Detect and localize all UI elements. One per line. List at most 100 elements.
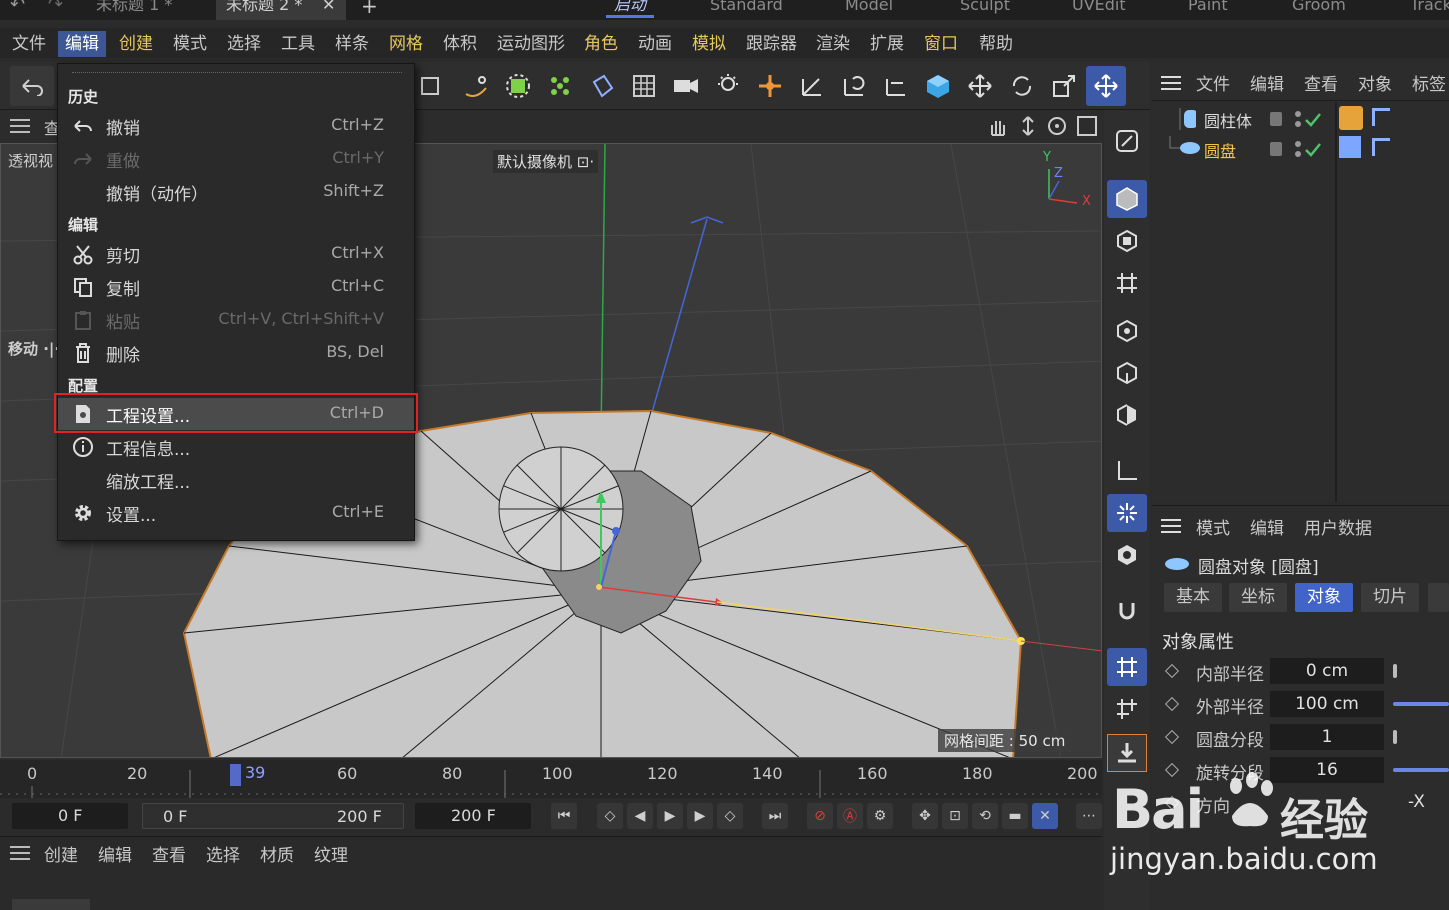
add-tab-icon[interactable]: + (361, 0, 378, 18)
points-mode-icon[interactable] (1107, 312, 1147, 350)
tab-basic[interactable]: 基本 (1164, 583, 1222, 612)
workplane-icon[interactable] (1107, 264, 1147, 302)
workspace-tab-uvedit[interactable]: UVEdit (1072, 0, 1126, 16)
play-icon[interactable]: ▶ (657, 803, 683, 829)
tab-overflow[interactable] (1428, 583, 1449, 612)
disc-segments-slider[interactable] (1393, 730, 1397, 744)
edges-mode-icon[interactable] (1107, 354, 1147, 392)
next-key-icon[interactable]: ◇ (717, 803, 743, 829)
om-menu-edit[interactable]: 编辑 (1250, 70, 1284, 95)
outer-radius-field[interactable]: 100 cm (1270, 691, 1384, 717)
material-menu-edit[interactable]: 编辑 (98, 841, 132, 866)
disc-segments-field[interactable]: 1 (1270, 724, 1384, 750)
menu-select[interactable]: 选择 (223, 31, 265, 57)
list-view-icons[interactable] (12, 899, 90, 910)
material-menu-select[interactable]: 选择 (206, 841, 240, 866)
key-parameter-icon[interactable]: ▬ (1002, 803, 1028, 829)
menu-item-delete[interactable]: 删除 BS, Del (58, 337, 414, 369)
key-scale-icon[interactable]: ⊡ (942, 803, 968, 829)
go-to-end-icon[interactable]: ⏭ (762, 803, 788, 829)
maximize-view-icon[interactable] (1076, 115, 1098, 141)
phong-tag-icon[interactable] (1339, 136, 1361, 158)
menu-item-project-info[interactable]: 工程信息... (58, 431, 414, 463)
solo-mode-icon[interactable] (1107, 536, 1147, 574)
transform-snap-icon[interactable] (750, 66, 790, 106)
menu-edit[interactable]: 编辑 (58, 31, 106, 57)
move-icon[interactable] (960, 66, 1000, 106)
workspace-tab-groom[interactable]: Groom (1292, 0, 1346, 16)
menu-item-scale-project[interactable]: 缩放工程... (58, 464, 414, 496)
redo-icon[interactable]: ↷ (48, 0, 63, 15)
viewport-view-label[interactable]: 透视视 (8, 150, 53, 171)
menu-animation[interactable]: 动画 (634, 31, 676, 57)
camera-icon[interactable] (666, 66, 706, 106)
hamburger-icon[interactable] (1161, 75, 1181, 95)
pan-hand-icon[interactable] (986, 115, 1008, 141)
am-menu-edit[interactable]: 编辑 (1250, 514, 1284, 539)
workspace-tab-track[interactable]: Track (1410, 0, 1449, 16)
menu-item-undo-action[interactable]: 撤销（动作） Shift+Z (58, 176, 414, 208)
camera-label[interactable]: 默认摄像机 ⊡· (493, 150, 599, 173)
timeline-playhead[interactable] (230, 764, 241, 786)
menu-window[interactable]: 窗口 (920, 31, 962, 57)
menu-simulate[interactable]: 模拟 (688, 31, 730, 57)
auto-key-icon[interactable]: Ⓐ (837, 803, 863, 829)
menu-extensions[interactable]: 扩展 (866, 31, 908, 57)
menu-help[interactable]: 帮助 (975, 31, 1017, 57)
cube-icon[interactable] (918, 66, 958, 106)
keyframe-settings-icon[interactable]: ⚙ (867, 803, 893, 829)
om-menu-view[interactable]: 查看 (1304, 70, 1338, 95)
inner-radius-field[interactable]: 0 cm (1270, 658, 1384, 684)
timeline-ruler[interactable]: 0 20 60 80 100 120 140 160 180 200 (0, 760, 1102, 798)
snap-magnet-icon[interactable] (1107, 592, 1147, 630)
spline-pen-icon[interactable] (456, 66, 496, 106)
menu-file[interactable]: 文件 (8, 31, 50, 57)
om-menu-file[interactable]: 文件 (1196, 70, 1230, 95)
close-tab-icon[interactable]: ✕ (322, 0, 335, 16)
workspace-tab-standard[interactable]: Standard (710, 0, 783, 16)
rotate-icon[interactable] (1002, 66, 1042, 106)
frame-range-slider[interactable]: 0 F 200 F (142, 803, 404, 829)
tweak-mode-icon[interactable] (1107, 494, 1147, 532)
om-menu-tags[interactable]: 标签 (1412, 70, 1446, 95)
object-row-disc[interactable]: 圆盘 (1152, 134, 1449, 164)
undo-icon[interactable]: ↶ (10, 0, 25, 15)
material-menu-create[interactable]: 创建 (44, 841, 78, 866)
field-grid-icon[interactable] (624, 66, 664, 106)
material-menu-material[interactable]: 材质 (260, 841, 294, 866)
coordinate-icon-3[interactable] (876, 66, 916, 106)
coordinate-icon-1[interactable] (792, 66, 832, 106)
texture-mode-icon[interactable] (1107, 222, 1147, 260)
current-frame-field[interactable]: 0 F (12, 803, 128, 829)
menu-render[interactable]: 渲染 (812, 31, 854, 57)
previous-frame-icon[interactable]: ◀ (627, 803, 653, 829)
workspace-tab-paint[interactable]: Paint (1188, 0, 1228, 16)
render-region-icon[interactable] (410, 66, 450, 106)
tab-document-2[interactable]: 未标题 2 * ✕ (216, 0, 346, 20)
menu-tools[interactable]: 工具 (277, 31, 319, 57)
workplane-lock-icon[interactable] (1107, 648, 1147, 686)
menu-mograph[interactable]: 运动图形 (493, 31, 569, 57)
cloner-icon[interactable] (540, 66, 580, 106)
rotation-segments-slider[interactable] (1393, 768, 1449, 772)
light-icon[interactable] (708, 66, 748, 106)
tab-slice[interactable]: 切片 (1361, 583, 1419, 612)
material-menu-view[interactable]: 查看 (152, 841, 186, 866)
object-row-cylinder[interactable]: 圆柱体 (1152, 104, 1449, 134)
material-tag-icon[interactable] (1372, 108, 1390, 126)
model-mode-icon[interactable] (1107, 180, 1147, 218)
key-pla-icon[interactable]: ✕ (1032, 803, 1058, 829)
drop-to-floor-icon[interactable] (1107, 734, 1147, 772)
menu-tracker[interactable]: 跟踪器 (742, 31, 801, 57)
timeline-menu-icon[interactable]: ⋯ (1076, 803, 1102, 829)
undo-icon[interactable] (10, 66, 54, 106)
next-frame-icon[interactable]: ▶ (687, 803, 713, 829)
end-frame-field[interactable]: 200 F (415, 803, 531, 829)
axis-mode-icon[interactable] (1107, 452, 1147, 490)
menu-item-undo[interactable]: 撤销 Ctrl+Z (58, 110, 414, 142)
menu-item-redo[interactable]: 重做 Ctrl+Y (58, 143, 414, 175)
menu-character[interactable]: 角色 (580, 31, 622, 57)
go-to-start-icon[interactable]: ⏮ (551, 803, 577, 829)
tab-object[interactable]: 对象 (1295, 583, 1353, 612)
tab-coordinates[interactable]: 坐标 (1229, 583, 1287, 612)
